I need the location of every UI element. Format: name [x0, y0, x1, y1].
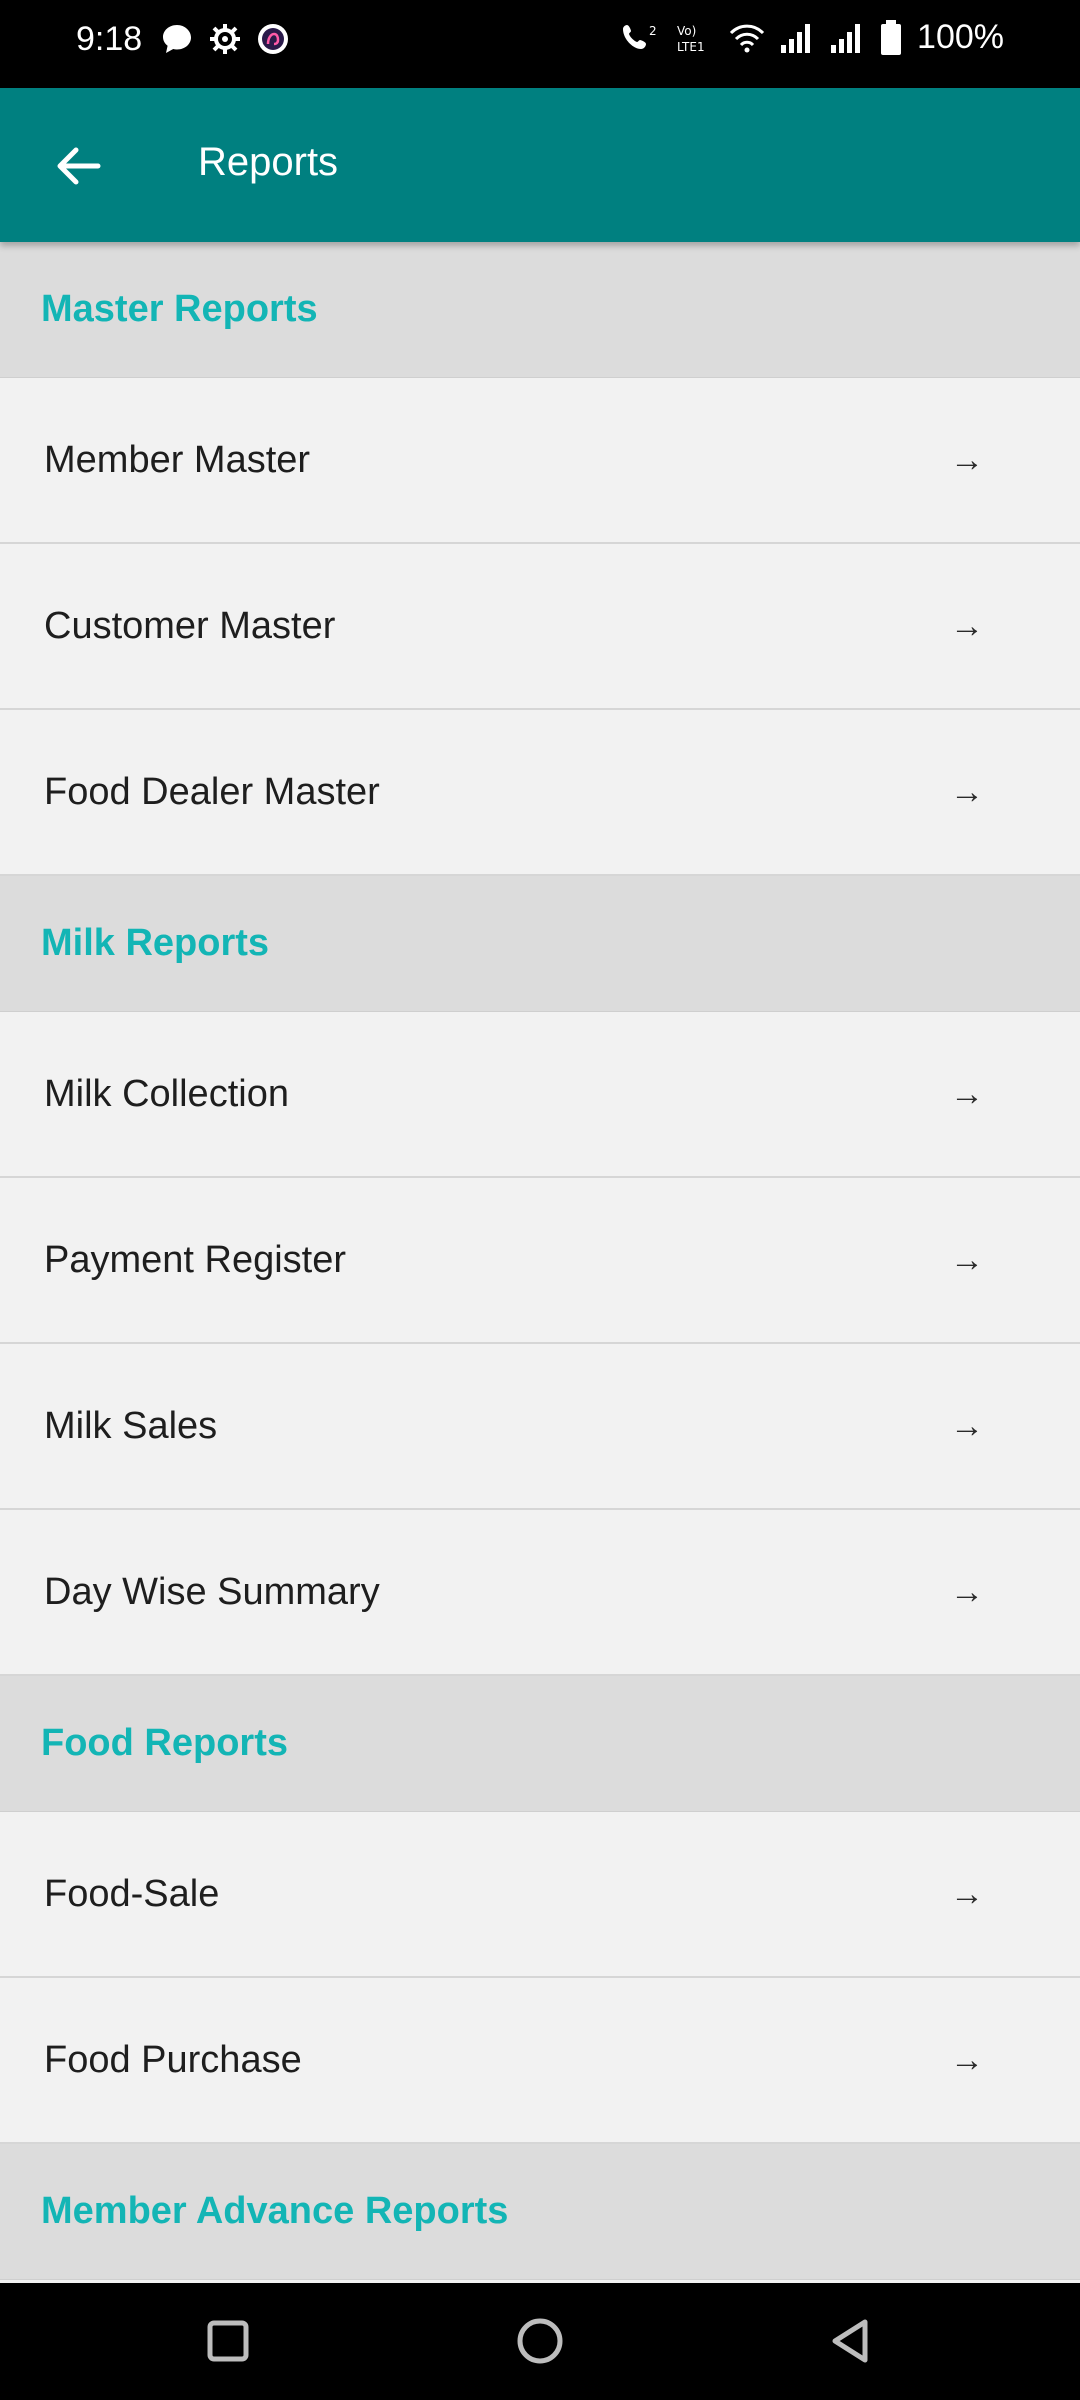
list-item-customer-master[interactable]: Customer Master →: [0, 544, 1080, 710]
arrow-right-icon: →: [950, 1406, 984, 1445]
list-item-food-purchase[interactable]: Food Purchase →: [0, 1978, 1080, 2144]
battery-percentage: 100%: [917, 18, 1004, 56]
wifi-icon: [729, 24, 765, 52]
section-header-member-advance-reports: Member Advance Reports: [0, 2144, 1080, 2280]
recents-icon: [207, 2320, 249, 2362]
list-item-member-master[interactable]: Member Master →: [0, 378, 1080, 544]
section-title: Food Reports: [41, 1722, 288, 1764]
home-icon: [517, 2318, 563, 2364]
arrow-right-icon: →: [950, 772, 984, 811]
arrow-right-icon: →: [950, 1240, 984, 1279]
section-header-milk-reports: Milk Reports: [0, 876, 1080, 1012]
svg-text:2: 2: [649, 24, 657, 38]
svg-text:LTE1: LTE1: [677, 40, 705, 54]
navigation-bar: [0, 2283, 1080, 2400]
system-back-button[interactable]: [814, 2305, 886, 2377]
list-item-milk-sales[interactable]: Milk Sales →: [0, 1344, 1080, 1510]
item-label: Food-Sale: [44, 1872, 220, 1915]
svg-text:Vo): Vo): [677, 24, 696, 38]
gear-icon: [210, 24, 240, 54]
arrow-right-icon: →: [950, 1874, 984, 1913]
item-label: Customer Master: [44, 604, 336, 647]
back-button[interactable]: [40, 128, 116, 204]
signal-icon-2: [831, 23, 861, 53]
recents-button[interactable]: [192, 2305, 264, 2377]
message-icon: [163, 25, 191, 53]
status-time: 9:18: [76, 20, 143, 58]
arrow-right-icon: →: [950, 2040, 984, 2079]
arrow-right-icon: →: [950, 1572, 984, 1611]
arrow-right-icon: →: [950, 1074, 984, 1113]
page-title: Reports: [198, 140, 339, 184]
item-label: Member Master: [44, 438, 311, 481]
arrow-left-icon: [57, 147, 101, 185]
status-bar: 9:18 2 Vo) LTE1 100%: [0, 0, 1080, 88]
list-item-milk-collection[interactable]: Milk Collection →: [0, 1012, 1080, 1178]
section-header-food-reports: Food Reports: [0, 1676, 1080, 1812]
report-list: Master Reports Member Master → Customer …: [0, 242, 1080, 2280]
list-item-food-sale[interactable]: Food-Sale →: [0, 1812, 1080, 1978]
item-label: Milk Collection: [44, 1072, 289, 1115]
app-icon: [258, 24, 288, 54]
section-title: Master Reports: [41, 288, 318, 330]
volte-icon: Vo) LTE1: [677, 24, 705, 54]
section-title: Milk Reports: [41, 922, 270, 964]
battery-icon: [881, 19, 902, 55]
app-bar: Reports: [0, 88, 1080, 242]
item-label: Food Dealer Master: [44, 770, 380, 813]
item-label: Day Wise Summary: [44, 1570, 380, 1613]
list-item-day-wise-summary[interactable]: Day Wise Summary →: [0, 1510, 1080, 1676]
home-button[interactable]: [504, 2305, 576, 2377]
list-item-food-dealer-master[interactable]: Food Dealer Master →: [0, 710, 1080, 876]
list-item-payment-register[interactable]: Payment Register →: [0, 1178, 1080, 1344]
back-icon: [832, 2319, 868, 2363]
call-icon: 2: [623, 24, 657, 49]
item-label: Milk Sales: [44, 1404, 218, 1447]
arrow-right-icon: →: [950, 440, 984, 479]
item-label: Payment Register: [44, 1238, 347, 1281]
arrow-right-icon: →: [950, 606, 984, 645]
section-header-master-reports: Master Reports: [0, 242, 1080, 378]
signal-icon: [781, 23, 811, 53]
item-label: Food Purchase: [44, 2038, 302, 2081]
section-title: Member Advance Reports: [41, 2190, 509, 2232]
